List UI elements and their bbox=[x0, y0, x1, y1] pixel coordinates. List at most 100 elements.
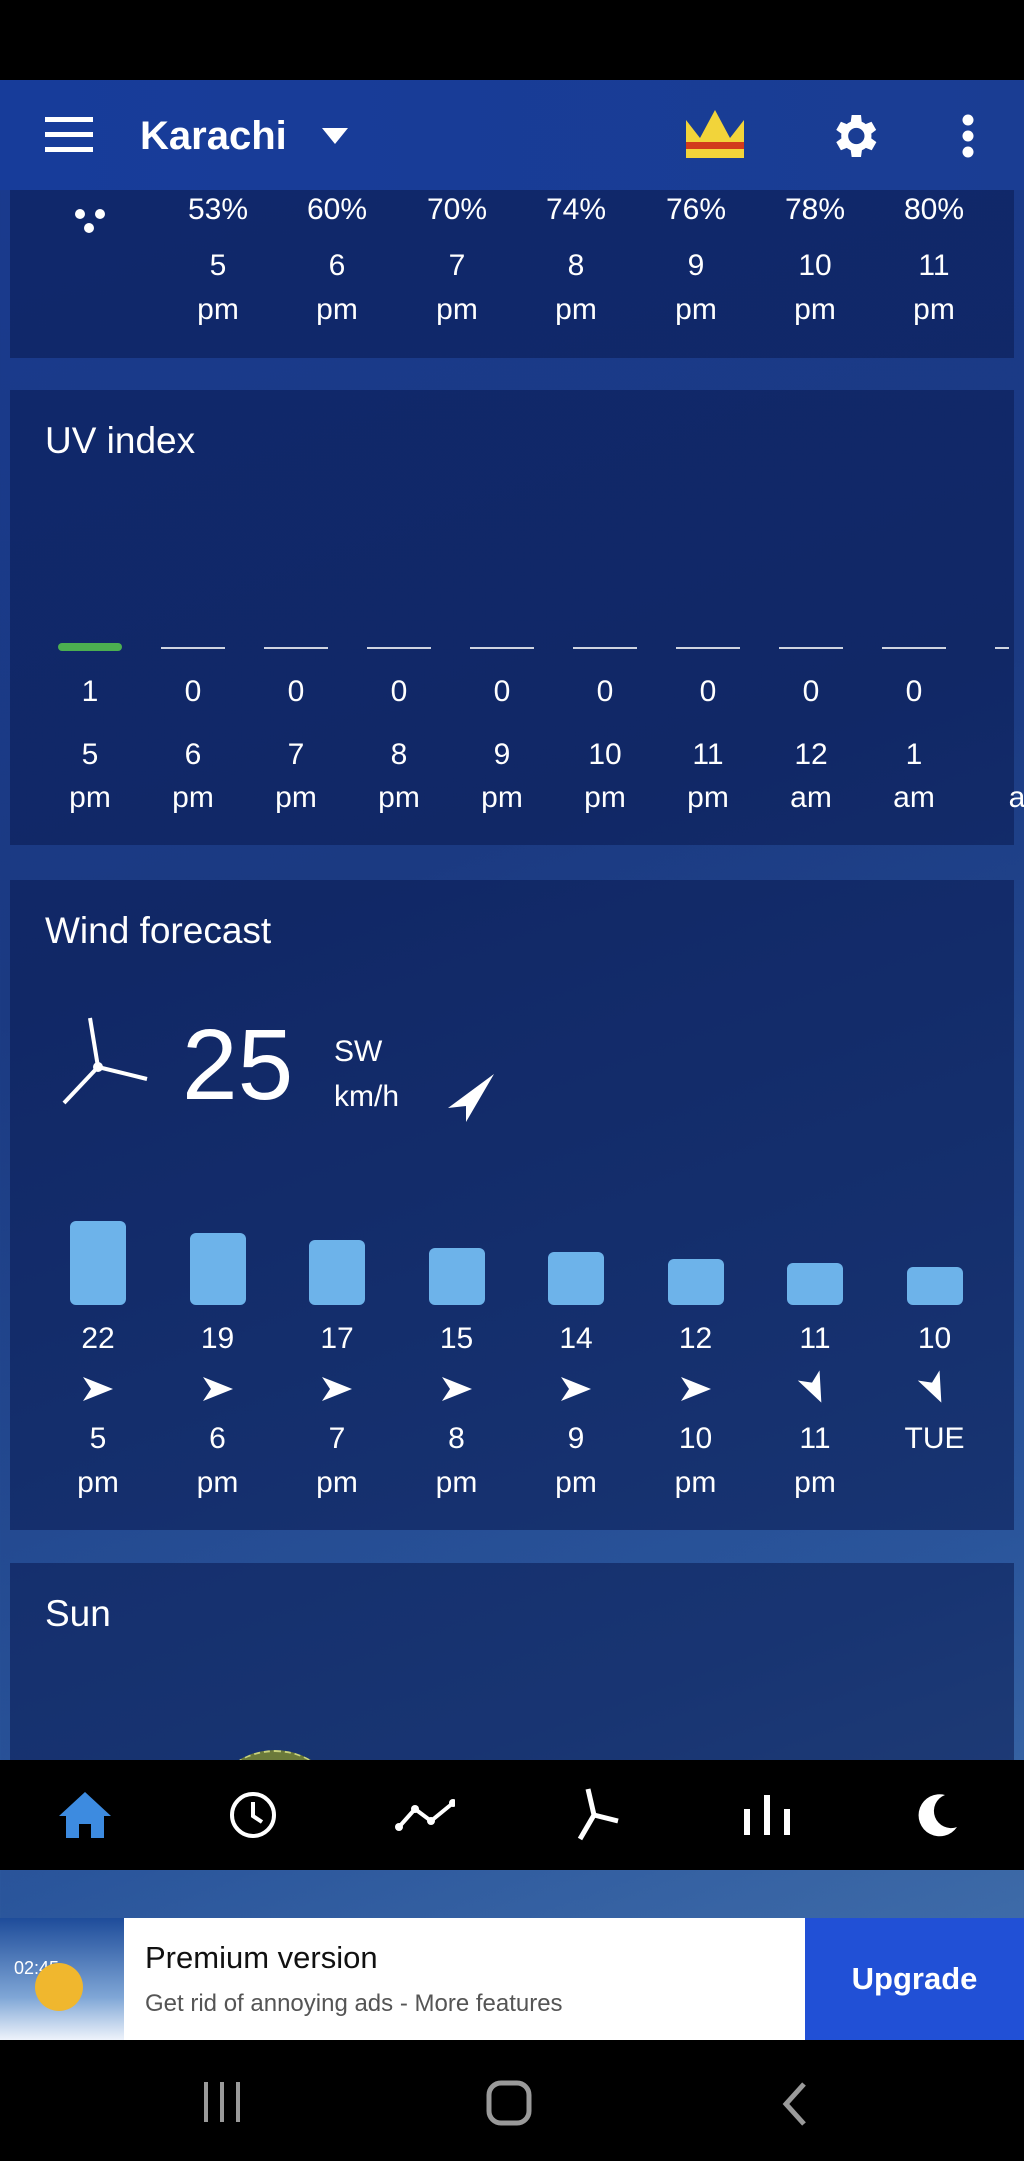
wind-arrow-icon bbox=[163, 1367, 273, 1411]
hour-suffix: pm bbox=[378, 781, 420, 814]
wind-speed: 25 bbox=[182, 1009, 294, 1121]
hour-label: 11 bbox=[799, 1422, 831, 1455]
hour-label: 8 bbox=[448, 1422, 465, 1455]
hour-suffix: pm bbox=[555, 293, 597, 326]
gear-icon[interactable] bbox=[826, 108, 882, 164]
wind-turbine-icon bbox=[577, 1788, 619, 1841]
wind-speed-bar bbox=[428, 1248, 485, 1305]
nav-wind[interactable] bbox=[567, 1785, 627, 1845]
hour-label: 10 bbox=[678, 1422, 713, 1455]
hour-suffix: pm bbox=[687, 781, 729, 814]
hour-suffix: pm bbox=[913, 293, 955, 326]
uv-card: UV index 1 5 pm 0 6 pm 0 7 pm 0 8 pm 0 9 pm 0 10 pm 0 11 pm 0… bbox=[10, 390, 1024, 845]
nav-bars[interactable] bbox=[737, 1785, 797, 1845]
hour-label: 11 bbox=[918, 249, 950, 282]
wind-value: 14 bbox=[559, 1322, 593, 1355]
humidity-value: 53% bbox=[187, 193, 249, 226]
uv-level-bar bbox=[58, 643, 122, 651]
wind-turbine-icon bbox=[62, 1017, 148, 1105]
clock-icon bbox=[230, 1792, 276, 1838]
hour-label: 5 bbox=[81, 738, 99, 771]
wind-unit: km/h bbox=[334, 1080, 400, 1113]
wind-value: 17 bbox=[320, 1322, 354, 1355]
bar-chart-icon bbox=[744, 1795, 790, 1835]
uv-value: 0 bbox=[390, 675, 408, 708]
menu-icon[interactable] bbox=[45, 117, 93, 153]
hour-suffix: pm bbox=[481, 781, 523, 814]
hour-suffix: am bbox=[893, 781, 935, 814]
humidity-drops-icon bbox=[75, 209, 105, 233]
humidity-value: 80% bbox=[903, 193, 965, 226]
nav-graph[interactable] bbox=[395, 1785, 455, 1845]
humidity-value: 70% bbox=[426, 193, 488, 226]
hour-label: 8 bbox=[390, 738, 408, 771]
wind-value: 11 bbox=[799, 1322, 831, 1355]
wind-value: 22 bbox=[81, 1322, 115, 1355]
sun-title: Sun bbox=[45, 1593, 111, 1634]
hour-label: 7 bbox=[287, 738, 305, 771]
nav-hourly[interactable] bbox=[223, 1785, 283, 1845]
wind-speed-bar bbox=[309, 1240, 365, 1305]
wind-speed-bar bbox=[667, 1259, 724, 1305]
uv-value: 0 bbox=[699, 675, 717, 708]
sun-card: Sun bbox=[10, 1563, 1014, 1760]
wind-direction-arrow-icon bbox=[448, 1074, 494, 1122]
humidity-value: 60% bbox=[306, 193, 368, 226]
hour-label: 6 bbox=[328, 249, 346, 282]
hour-label: 9 bbox=[687, 249, 705, 282]
humidity-value: 76% bbox=[665, 193, 727, 226]
back-icon[interactable] bbox=[780, 2082, 810, 2126]
home-button-icon[interactable] bbox=[486, 2080, 532, 2126]
hour-label: 10 bbox=[798, 249, 832, 282]
hour-label: 5 bbox=[209, 249, 227, 282]
wind-speed-bar bbox=[548, 1251, 604, 1305]
uv-level-bar bbox=[161, 647, 225, 649]
uv-level-bar bbox=[882, 647, 946, 649]
city-name[interactable]: Karachi bbox=[140, 114, 287, 159]
hour-label: 6 bbox=[209, 1422, 226, 1455]
hour-label: 5 bbox=[89, 1422, 107, 1455]
graph-icon bbox=[395, 1799, 455, 1831]
nav-home[interactable] bbox=[55, 1785, 115, 1845]
hour-suffix: pm bbox=[197, 293, 239, 326]
ad-thumbnail: 02:45 bbox=[0, 1918, 124, 2040]
hour-label: 9 bbox=[567, 1422, 585, 1455]
uv-value: 0 bbox=[905, 675, 923, 708]
more-vert-icon[interactable] bbox=[960, 114, 976, 158]
wind-direction: SW bbox=[334, 1035, 383, 1068]
premium-ad-banner[interactable]: 02:45 Premium version Get rid of annoyin… bbox=[0, 1918, 1024, 2040]
uv-title: UV index bbox=[45, 420, 196, 461]
uv-value: 0 bbox=[596, 675, 614, 708]
wind-title: Wind forecast bbox=[45, 910, 272, 951]
upgrade-button[interactable]: Upgrade bbox=[805, 1918, 1024, 2040]
wind-speed-bar bbox=[906, 1267, 963, 1305]
wind-speed-bar bbox=[70, 1221, 126, 1305]
recent-apps-icon[interactable] bbox=[200, 2082, 246, 2124]
moon-icon bbox=[918, 1794, 957, 1837]
sun-arc bbox=[205, 1750, 345, 1760]
hour-suffix: pm bbox=[196, 1466, 239, 1499]
sun-icon bbox=[35, 1963, 83, 2011]
home-icon bbox=[59, 1792, 111, 1838]
uv-value: 0 bbox=[184, 675, 202, 708]
humidity-card: 53% 5 pm 60% 6 pm 70% 7 pm 74% 8 pm 76% 9 pm 78% 10 pm 80%… bbox=[10, 190, 1014, 358]
hour-suffix: pm bbox=[316, 293, 358, 326]
humidity-value: 78% bbox=[784, 193, 846, 226]
hour-suffix: pm bbox=[555, 1466, 597, 1499]
uv-level-bar bbox=[995, 647, 1009, 649]
ad-subtitle: Get rid of annoying ads - More features bbox=[145, 1990, 563, 2017]
wind-speed-bar bbox=[189, 1232, 246, 1305]
uv-value: 0 bbox=[287, 675, 305, 708]
hour-suffix: pm bbox=[794, 293, 836, 326]
crown-icon[interactable] bbox=[686, 110, 744, 158]
wind-value: 19 bbox=[200, 1322, 235, 1355]
wind-value: 10 bbox=[917, 1322, 952, 1355]
system-nav-bar bbox=[0, 2040, 1024, 2161]
hour-label: 8 bbox=[567, 249, 585, 282]
hour-label: 11 bbox=[692, 738, 724, 771]
uv-level-bar bbox=[573, 647, 637, 649]
dropdown-icon[interactable] bbox=[322, 128, 348, 144]
status-bar bbox=[0, 0, 1024, 80]
nav-moon[interactable] bbox=[907, 1785, 967, 1845]
hour-label: 1 bbox=[905, 738, 923, 771]
